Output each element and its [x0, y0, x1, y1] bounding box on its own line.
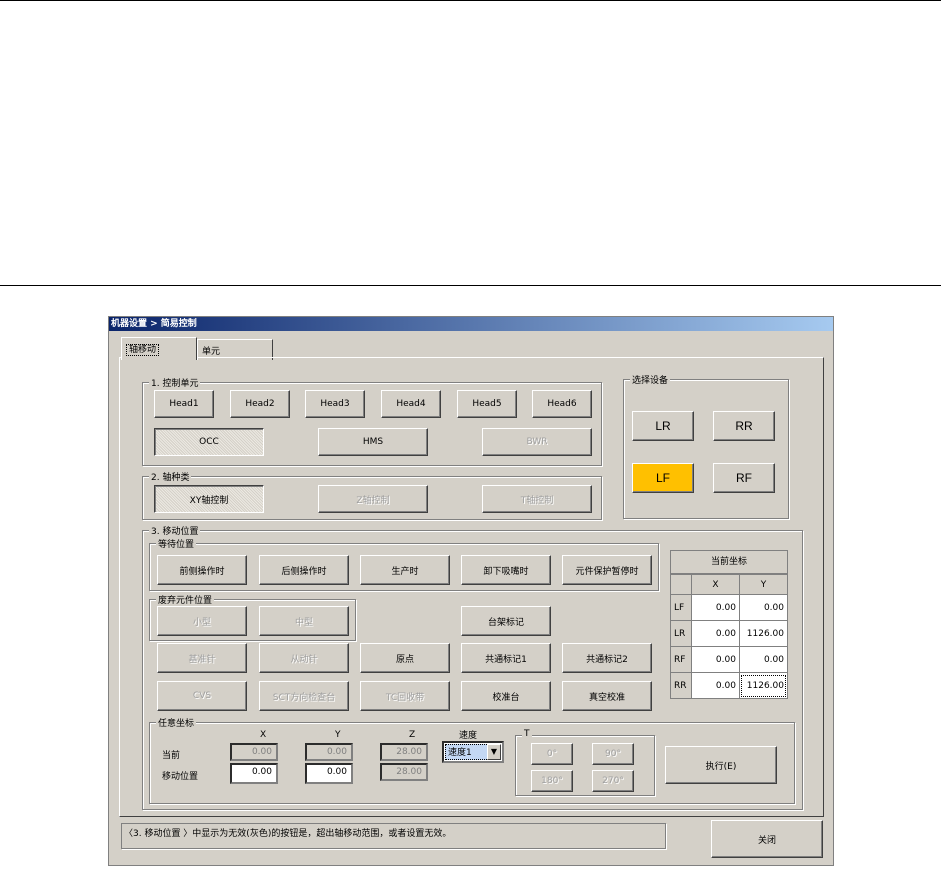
tab-panel: 1. 控制单元 Head1 Head2 Head3 Head4 Head5 He…	[119, 357, 824, 817]
row-label: RF	[670, 646, 692, 673]
head5-button[interactable]: Head5	[457, 390, 517, 418]
current-coords-table: X Y LF 0.00 0.00 LR 0.00 1126.00 RF 0.00…	[670, 574, 789, 699]
arbitrary-y-header: Y	[335, 730, 341, 740]
current-coords-title: 当前坐标	[670, 550, 788, 574]
move-x-input[interactable]: 0.00	[230, 763, 278, 784]
device-lf-button[interactable]: LF	[632, 463, 694, 493]
head1-button[interactable]: Head1	[154, 390, 214, 418]
middle-rule	[0, 285, 941, 286]
row-label: LR	[670, 620, 692, 647]
close-button[interactable]: 关闭	[711, 820, 823, 858]
table-row: RR 0.00 1126.00	[670, 672, 789, 699]
z-axis-button[interactable]: Z轴控制	[318, 485, 428, 513]
vacuum-calibration-button[interactable]: 真空校准	[562, 681, 652, 711]
calibration-stage-button[interactable]: 校准台	[461, 681, 551, 711]
reference-pin-button[interactable]: 基准针	[157, 643, 247, 673]
cell-x[interactable]: 0.00	[690, 646, 740, 673]
table-row: LR 0.00 1126.00	[670, 620, 789, 647]
sct-check-button[interactable]: SCT方向检查台	[259, 681, 349, 711]
cell-y[interactable]: 1126.00	[738, 672, 789, 699]
tab-axis-move-label: 轴移动	[126, 344, 160, 356]
move-row-label: 移动位置	[162, 772, 199, 782]
move-z-field: 28.00	[380, 763, 428, 781]
device-rf-button[interactable]: RF	[713, 463, 775, 493]
tab-unit-label: 单元	[202, 347, 221, 357]
head6-button[interactable]: Head6	[532, 390, 592, 418]
dialog-window: 机器设置 > 简易控制 轴移动 单元 1. 控制单元 Head1 Head2 H…	[108, 316, 834, 866]
speed-label: 速度	[459, 731, 478, 741]
cell-x[interactable]: 0.00	[690, 594, 740, 621]
window-title: 机器设置 > 简易控制	[109, 317, 833, 331]
device-lr-button[interactable]: LR	[632, 411, 694, 441]
control-unit-label: 1. 控制单元	[149, 376, 201, 389]
cell-y[interactable]: 0.00	[738, 646, 789, 673]
speed-select-value: 速度1	[445, 744, 489, 760]
current-row-label: 当前	[162, 751, 181, 761]
arbitrary-coords-label: 任意坐标	[156, 716, 197, 729]
t-axis-button[interactable]: T轴控制	[482, 485, 592, 513]
axis-type-label: 2. 轴种类	[149, 470, 192, 483]
tc-recovery-button[interactable]: TC回收带	[360, 681, 450, 711]
move-position-label: 3. 移动位置	[149, 524, 201, 537]
t-axis-label: T	[522, 729, 532, 739]
cell-y[interactable]: 1126.00	[738, 620, 789, 647]
xy-axis-button[interactable]: XY轴控制	[154, 485, 264, 513]
occ-button[interactable]: OCC	[154, 428, 264, 456]
component-pause-button[interactable]: 元件保护暂停时	[562, 555, 652, 585]
cell-x[interactable]: 0.00	[690, 672, 740, 699]
top-rule	[0, 0, 941, 1]
wait-position-label: 等待位置	[156, 537, 197, 550]
speed-select[interactable]: 速度1 ▼	[442, 741, 504, 763]
coords-y-header: Y	[738, 574, 789, 595]
t0-button[interactable]: 0°	[531, 743, 573, 765]
current-y-field: 0.00	[305, 743, 353, 761]
row-label: RR	[670, 672, 692, 699]
discard-medium-button[interactable]: 中型	[259, 606, 349, 636]
arbitrary-z-header: Z	[409, 730, 416, 740]
common-mark2-button[interactable]: 共通标记2	[562, 643, 652, 673]
device-group: 选择设备	[623, 373, 789, 519]
coords-corner-cell	[670, 574, 692, 595]
t180-button[interactable]: 180°	[531, 770, 573, 792]
chevron-down-icon[interactable]: ▼	[487, 744, 501, 760]
t270-button[interactable]: 270°	[592, 770, 634, 792]
hms-button[interactable]: HMS	[318, 428, 428, 456]
front-operation-button[interactable]: 前侧操作时	[157, 555, 247, 585]
current-z-field: 28.00	[380, 743, 428, 761]
bwr-button[interactable]: BWR	[482, 428, 592, 456]
current-x-field: 0.00	[230, 743, 278, 761]
head4-button[interactable]: Head4	[381, 390, 441, 418]
device-group-label: 选择设备	[630, 373, 671, 386]
nozzle-remove-button[interactable]: 卸下吸嘴时	[461, 555, 551, 585]
status-bar: 〈3. 移动位置 〉中显示为无效(灰色)的按钮是，超出轴移动范围，或者设置无效。	[121, 823, 666, 849]
rear-operation-button[interactable]: 后侧操作时	[259, 555, 349, 585]
table-row: RF 0.00 0.00	[670, 646, 789, 673]
common-mark1-button[interactable]: 共通标记1	[461, 643, 551, 673]
cell-y[interactable]: 0.00	[738, 594, 789, 621]
origin-button[interactable]: 原点	[360, 643, 450, 673]
execute-button[interactable]: 执行(E)	[665, 746, 777, 784]
cell-x[interactable]: 0.00	[690, 620, 740, 647]
head3-button[interactable]: Head3	[305, 390, 365, 418]
move-y-input[interactable]: 0.00	[305, 763, 353, 784]
coords-x-header: X	[690, 574, 740, 595]
row-label: LF	[670, 594, 692, 621]
production-button[interactable]: 生产时	[360, 555, 450, 585]
t90-button[interactable]: 90°	[592, 743, 634, 765]
slave-pin-button[interactable]: 从动针	[259, 643, 349, 673]
head2-button[interactable]: Head2	[230, 390, 290, 418]
cvs-button[interactable]: CVS	[157, 681, 247, 711]
rack-mark-button[interactable]: 台架标记	[461, 606, 551, 636]
discard-small-button[interactable]: 小型	[157, 606, 247, 636]
device-rr-button[interactable]: RR	[713, 411, 775, 441]
arbitrary-x-header: X	[260, 730, 267, 740]
table-row: LF 0.00 0.00	[670, 594, 789, 621]
discard-position-label: 废弃元件位置	[156, 593, 215, 606]
tab-axis-move[interactable]: 轴移动	[121, 337, 197, 360]
